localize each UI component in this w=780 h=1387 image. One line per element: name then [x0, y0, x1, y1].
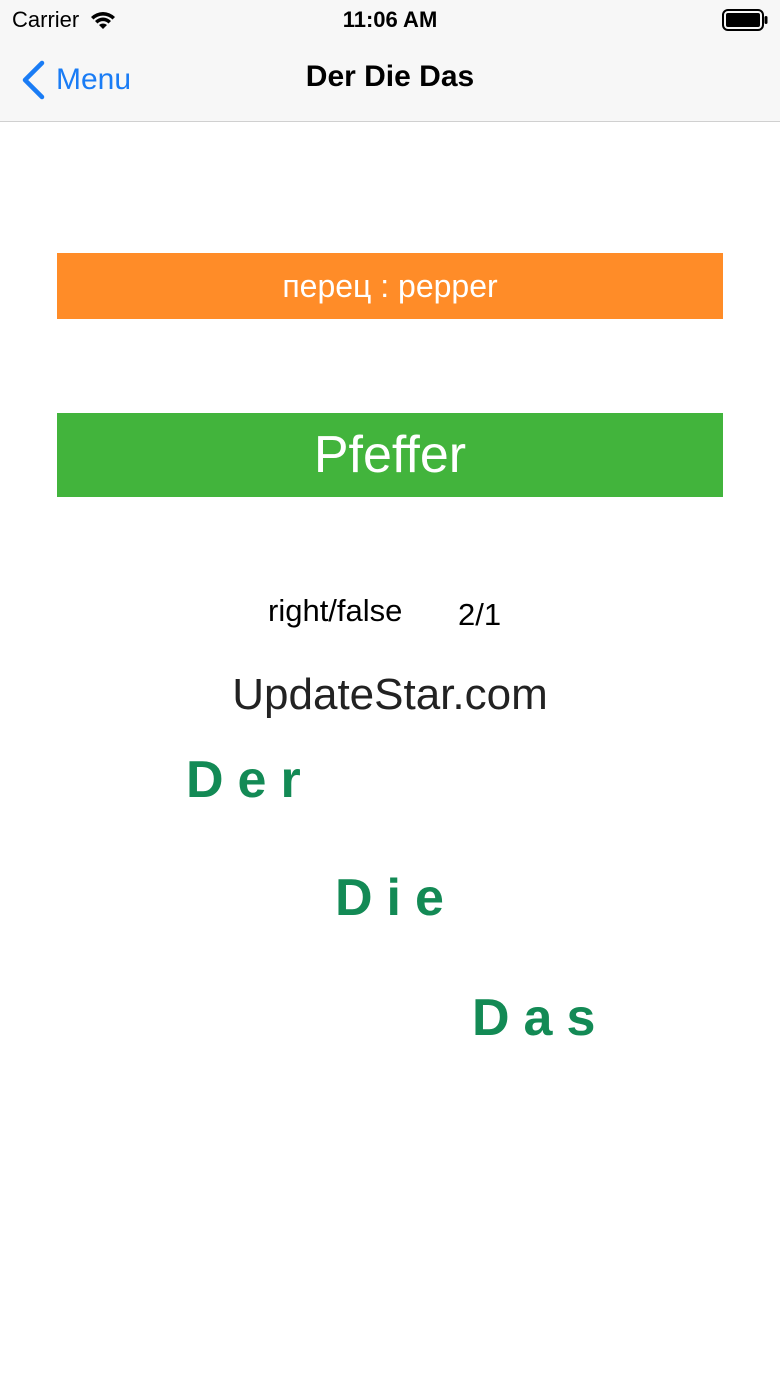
answer-banner: Pfeffer [57, 413, 723, 497]
score-value: 2/1 [458, 597, 502, 632]
article-der-button[interactable]: Der [186, 750, 315, 810]
translation-text: перец : pepper [282, 267, 498, 304]
watermark: UpdateStar.com [232, 670, 548, 719]
status-bar: Carrier 11:06 AM [0, 0, 780, 40]
translation-banner: перец : pepper [57, 253, 723, 319]
battery-icon [722, 9, 768, 31]
screen: Carrier 11:06 AM Menu Der Die Das перец … [0, 0, 780, 1387]
score-label: right/false [268, 593, 403, 628]
status-time: 11:06 AM [342, 7, 438, 32]
answer-word: Pfeffer [313, 426, 467, 484]
navigation-bar: Menu Der Die Das [0, 40, 780, 122]
article-die-button[interactable]: Die [335, 868, 458, 928]
article-das-button[interactable]: Das [472, 988, 609, 1048]
page-title: Der Die Das [305, 60, 475, 93]
